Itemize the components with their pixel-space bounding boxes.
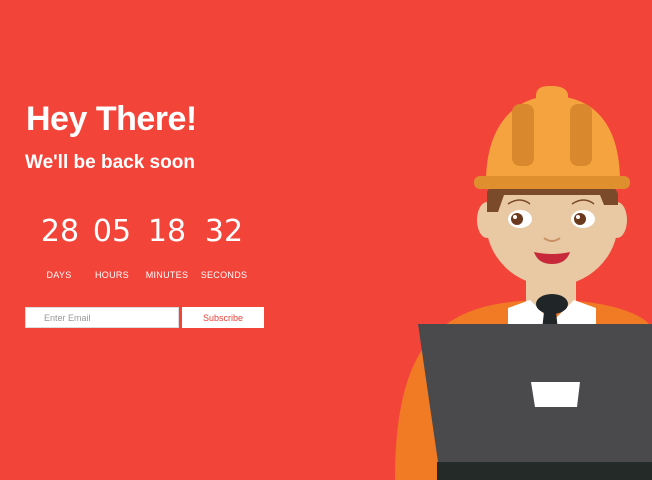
- laptop-logo: [531, 382, 580, 407]
- worker-right-pupil: [574, 213, 586, 225]
- helmet-stripe-right: [570, 104, 592, 166]
- worker-left-pupil: [511, 213, 523, 225]
- helmet-crest: [536, 86, 568, 182]
- construction-worker-with-laptop-icon: [395, 86, 652, 480]
- helmet-brim: [474, 176, 630, 189]
- helmet-stripe-left: [512, 104, 534, 166]
- laptop-base: [437, 462, 652, 480]
